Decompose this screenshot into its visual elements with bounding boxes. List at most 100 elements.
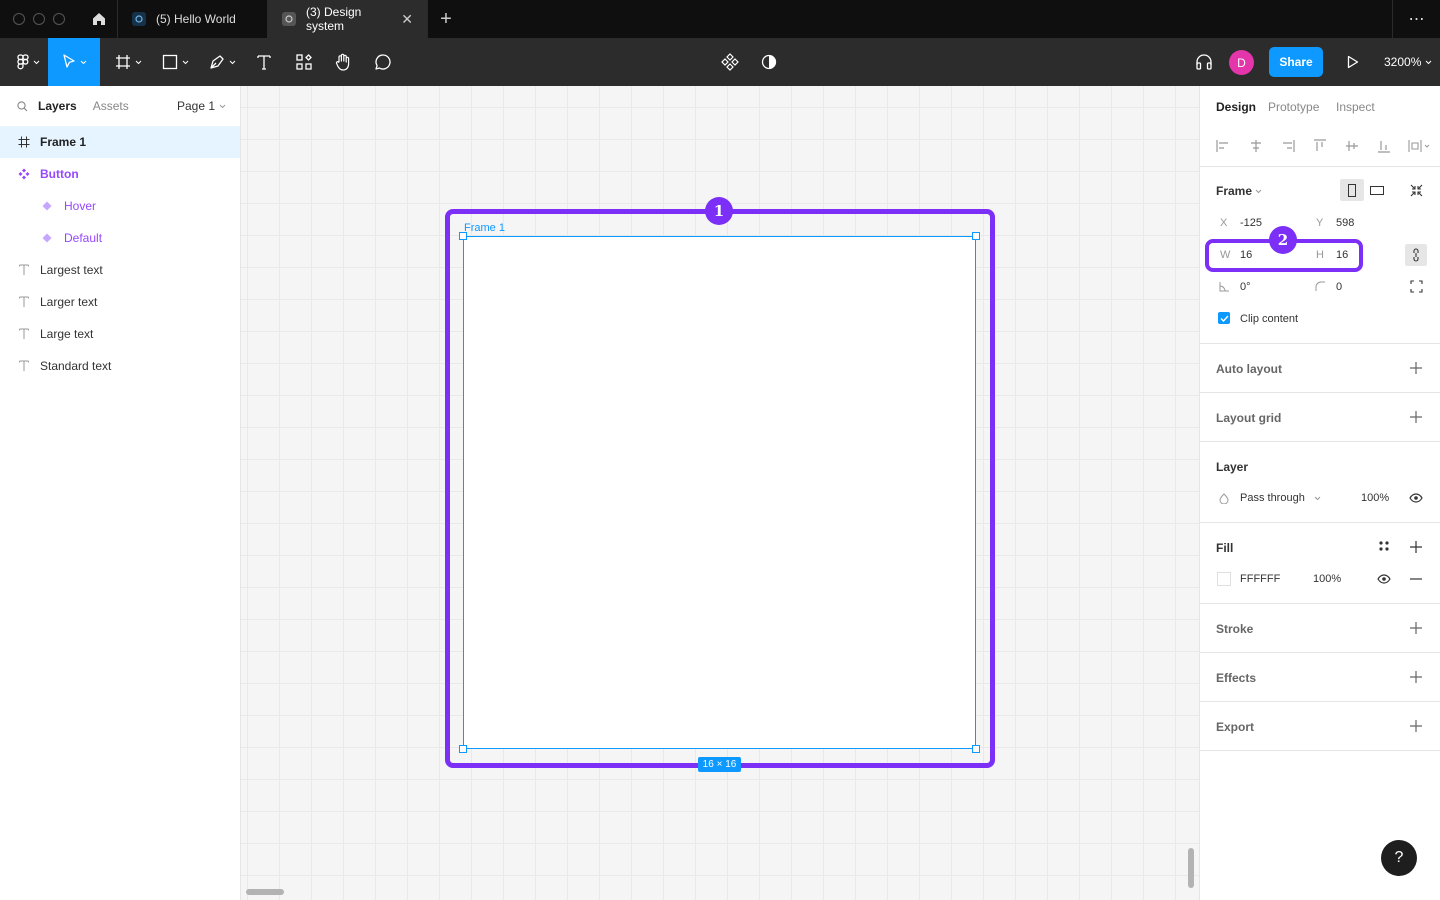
y-label: Y <box>1316 217 1324 229</box>
properties-panel: Design Prototype Inspect Frame X -125 Y … <box>1199 86 1440 900</box>
align-top-icon[interactable] <box>1313 139 1327 153</box>
comment-tool[interactable] <box>371 38 395 86</box>
auto-layout-section-title: Auto layout <box>1216 362 1282 376</box>
rotation-field[interactable]: 0° <box>1240 281 1251 293</box>
close-window-button[interactable] <box>13 13 25 25</box>
text-icon <box>17 295 31 309</box>
layer-button[interactable]: Button <box>0 158 240 190</box>
tab-prototype[interactable]: Prototype <box>1268 100 1319 114</box>
distribute-icon[interactable] <box>1408 139 1430 153</box>
portrait-orientation-button[interactable] <box>1340 179 1364 201</box>
components-button[interactable] <box>718 38 742 86</box>
pen-tool[interactable] <box>204 38 240 86</box>
new-tab-button[interactable]: + <box>428 0 464 38</box>
help-button[interactable]: ? <box>1381 840 1417 876</box>
theme-toggle-button[interactable] <box>757 38 781 86</box>
blend-mode-icon <box>1219 493 1229 504</box>
divider <box>1200 392 1440 393</box>
corner-radius-field[interactable]: 0 <box>1336 281 1342 293</box>
independent-corners-icon[interactable] <box>1410 280 1423 293</box>
add-fill-icon[interactable] <box>1410 541 1422 553</box>
avatar[interactable]: D <box>1229 50 1254 75</box>
corner-radius-icon <box>1315 281 1325 291</box>
layout-grid-section-title: Layout grid <box>1216 411 1282 425</box>
resources-tool[interactable] <box>292 38 316 86</box>
clip-content-checkbox[interactable] <box>1218 312 1230 324</box>
frame-tool[interactable] <box>110 38 146 86</box>
fill-hex-field[interactable]: FFFFFF <box>1240 573 1280 585</box>
layer-opacity-field[interactable]: 100% <box>1361 492 1389 504</box>
layer-frame-1[interactable]: Frame 1 <box>0 126 240 158</box>
y-field[interactable]: 598 <box>1336 217 1354 229</box>
chevron-down-icon[interactable] <box>1255 189 1262 194</box>
text-tool[interactable] <box>252 38 276 86</box>
layer-name: Default <box>64 231 103 245</box>
search-icon[interactable] <box>17 100 28 112</box>
page-selector[interactable]: Page 1 <box>177 99 226 113</box>
home-button[interactable] <box>80 0 118 38</box>
eye-icon[interactable] <box>1377 574 1391 584</box>
layer-hover[interactable]: Hover <box>0 190 240 222</box>
align-bottom-icon[interactable] <box>1377 139 1391 153</box>
zoom-menu[interactable]: 3200% <box>1384 38 1432 86</box>
figma-logo-icon <box>16 54 29 70</box>
add-layout-grid-icon[interactable] <box>1410 411 1422 423</box>
resize-to-fit-icon[interactable] <box>1410 184 1423 197</box>
text-icon <box>17 263 31 277</box>
fill-color-swatch[interactable] <box>1217 572 1231 586</box>
layer-standard-text[interactable]: Standard text <box>0 350 240 382</box>
variant-icon <box>40 199 54 213</box>
tab-layers[interactable]: Layers <box>38 99 77 113</box>
hand-tool[interactable] <box>331 38 355 86</box>
eye-icon[interactable] <box>1409 493 1423 503</box>
cursor-icon <box>62 54 75 68</box>
blend-mode-select[interactable]: Pass through <box>1240 492 1305 504</box>
layer-large-text[interactable]: Large text <box>0 318 240 350</box>
landscape-icon[interactable] <box>1370 186 1384 195</box>
chevron-down-icon <box>1426 60 1432 64</box>
home-icon <box>92 13 105 25</box>
canvas[interactable]: Frame 1 16 × 16 1 <box>241 86 1199 900</box>
chevron-down-icon <box>135 60 141 64</box>
styles-icon[interactable] <box>1379 541 1389 551</box>
horizontal-scrollbar[interactable] <box>246 889 284 895</box>
add-effect-icon[interactable] <box>1410 671 1422 683</box>
close-tab-icon[interactable]: ✕ <box>401 11 413 28</box>
tab-design-system[interactable]: (3) Design system ✕ <box>268 0 428 38</box>
main-menu-button[interactable] <box>10 38 46 86</box>
link-icon <box>1413 248 1419 262</box>
add-export-icon[interactable] <box>1410 720 1422 732</box>
tab-hello-world[interactable]: (5) Hello World <box>118 0 268 38</box>
layer-name: Button <box>40 167 79 181</box>
layer-larger-text[interactable]: Larger text <box>0 286 240 318</box>
tab-inspect[interactable]: Inspect <box>1336 100 1375 114</box>
tab-design[interactable]: Design <box>1216 100 1256 114</box>
layer-default[interactable]: Default <box>0 222 240 254</box>
frame-section-title[interactable]: Frame <box>1216 184 1252 198</box>
add-stroke-icon[interactable] <box>1410 622 1422 634</box>
align-left-icon[interactable] <box>1216 139 1230 153</box>
layers-panel: Layers Assets Page 1 Frame 1 Button Hove… <box>0 86 241 900</box>
move-tool[interactable] <box>48 38 100 86</box>
add-auto-layout-icon[interactable] <box>1410 362 1422 374</box>
align-right-icon[interactable] <box>1281 139 1295 153</box>
maximize-window-button[interactable] <box>53 13 65 25</box>
minimize-window-button[interactable] <box>33 13 45 25</box>
properties-tabs: Design Prototype Inspect <box>1200 86 1440 126</box>
present-button[interactable] <box>1341 38 1365 86</box>
more-options-icon[interactable]: ⋯ <box>1392 0 1440 38</box>
layer-largest-text[interactable]: Largest text <box>0 254 240 286</box>
x-field[interactable]: -125 <box>1240 217 1262 229</box>
remove-fill-icon[interactable] <box>1410 578 1422 580</box>
tab-assets[interactable]: Assets <box>93 99 129 113</box>
share-button[interactable]: Share <box>1269 47 1323 77</box>
component-icon <box>721 53 739 71</box>
align-vertical-center-icon[interactable] <box>1345 139 1359 153</box>
align-horizontal-center-icon[interactable] <box>1249 139 1263 153</box>
constrain-proportions-button[interactable] <box>1405 244 1427 266</box>
vertical-scrollbar[interactable] <box>1188 848 1194 888</box>
audio-button[interactable] <box>1192 38 1216 86</box>
fill-opacity-field[interactable]: 100% <box>1313 573 1341 585</box>
chevron-down-icon[interactable] <box>1314 496 1321 501</box>
shape-tool[interactable] <box>157 38 193 86</box>
